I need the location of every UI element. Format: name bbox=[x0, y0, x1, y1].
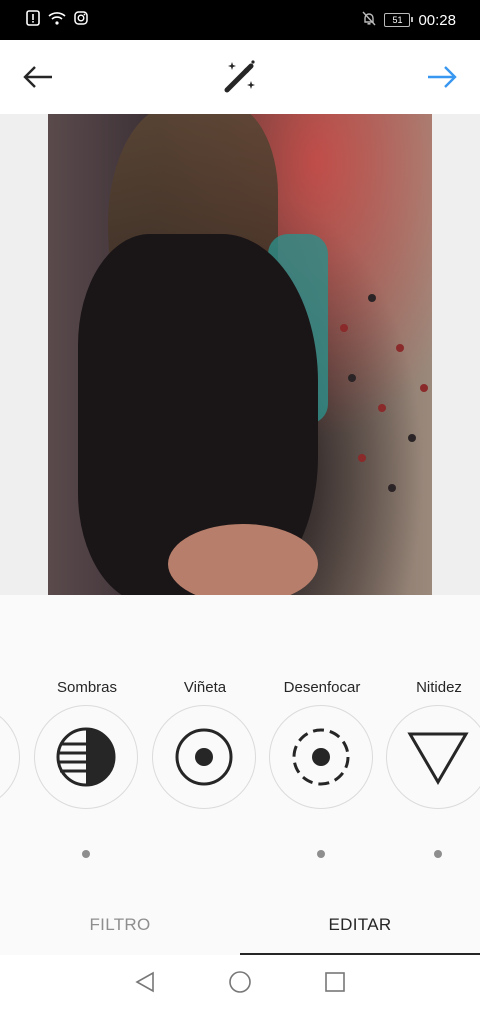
top-app-bar bbox=[0, 40, 480, 114]
battery-icon: 51 bbox=[384, 13, 414, 27]
status-icons-right: 51 00:28 bbox=[362, 11, 456, 30]
tool-nitidez-circle[interactable] bbox=[386, 705, 480, 809]
arrow-left-icon bbox=[23, 66, 52, 88]
next-button[interactable] bbox=[422, 57, 462, 97]
back-button[interactable] bbox=[18, 57, 58, 97]
vignette-icon bbox=[175, 728, 233, 786]
instagram-notification-icon bbox=[74, 11, 88, 29]
clock: 00:28 bbox=[418, 11, 456, 29]
tilt-shift-icon bbox=[292, 728, 350, 786]
tool-vineta[interactable]: Viñeta bbox=[150, 595, 260, 895]
tool-partial-circle[interactable] bbox=[0, 705, 20, 809]
tool-nitidez[interactable]: Nitidez bbox=[384, 595, 480, 895]
alert-icon bbox=[26, 10, 40, 30]
photo-shape bbox=[388, 484, 396, 492]
tool-applied-indicator bbox=[317, 850, 325, 858]
photo-shape bbox=[420, 384, 428, 392]
photo-shape bbox=[408, 434, 416, 442]
photo-shape bbox=[368, 294, 376, 302]
photo-shape bbox=[340, 324, 348, 332]
tool-vineta-circle[interactable] bbox=[152, 705, 256, 809]
wifi-icon bbox=[48, 11, 66, 29]
system-nav-bar bbox=[0, 955, 480, 1013]
tool-applied-indicator bbox=[434, 850, 442, 858]
tool-partial[interactable] bbox=[0, 595, 24, 895]
tool-desenfocar[interactable]: Desenfocar bbox=[267, 595, 377, 895]
tool-desenfocar-circle[interactable] bbox=[269, 705, 373, 809]
photo-shape bbox=[358, 454, 366, 462]
photo-shape bbox=[396, 344, 404, 352]
photo-shape bbox=[168, 524, 318, 595]
status-bar: 51 00:28 bbox=[0, 0, 480, 40]
sharpen-icon bbox=[407, 732, 469, 785]
nav-back-icon[interactable] bbox=[134, 971, 156, 998]
arrow-right-icon bbox=[428, 66, 457, 88]
tab-editar[interactable]: EDITAR bbox=[240, 895, 480, 955]
photo-shape bbox=[348, 374, 356, 382]
tool-sombras-circle[interactable] bbox=[34, 705, 138, 809]
status-icons-left bbox=[26, 10, 88, 30]
photo-preview-area bbox=[0, 114, 480, 595]
nav-recents-icon[interactable] bbox=[324, 971, 346, 998]
tool-label: Sombras bbox=[56, 679, 118, 696]
tool-label: Desenfocar bbox=[283, 679, 361, 696]
tab-filtro[interactable]: FILTRO bbox=[0, 895, 240, 955]
editor-tabs: FILTRO EDITAR bbox=[0, 895, 480, 955]
edit-tools-carousel[interactable]: Sombras Viñeta Desenfocar Nitidez bbox=[0, 595, 480, 895]
mute-bell-icon bbox=[362, 11, 376, 30]
tool-applied-indicator bbox=[82, 850, 90, 858]
magic-wand-button[interactable] bbox=[220, 57, 260, 97]
photo-preview bbox=[48, 114, 432, 595]
tool-label: Nitidez bbox=[416, 679, 462, 696]
tool-label: Viñeta bbox=[183, 679, 227, 696]
nav-home-icon[interactable] bbox=[228, 970, 252, 999]
photo-shape bbox=[378, 404, 386, 412]
shadows-icon bbox=[56, 727, 116, 787]
magic-wand-icon bbox=[224, 60, 255, 93]
tool-sombras[interactable]: Sombras bbox=[32, 595, 142, 895]
